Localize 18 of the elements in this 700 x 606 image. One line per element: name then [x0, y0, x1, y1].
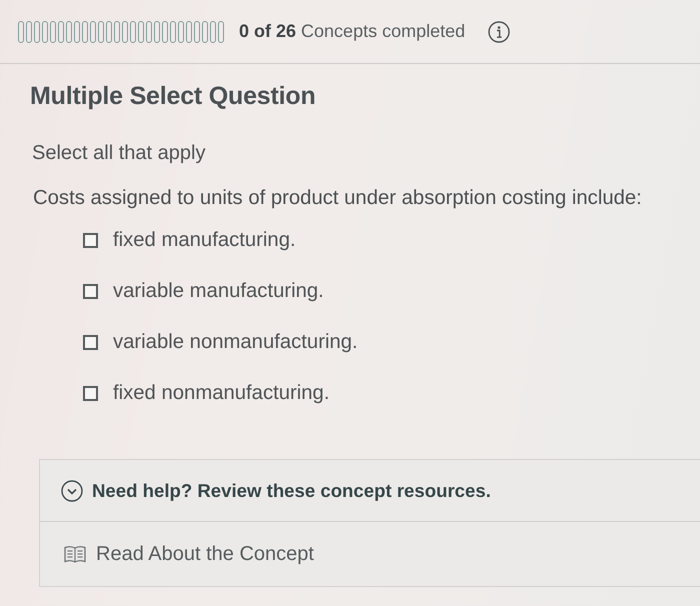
- option-label: variable nonmanufacturing.: [113, 331, 358, 354]
- book-icon: [64, 545, 86, 563]
- question-prompt: Costs assigned to units of product under absorption costing include:: [33, 187, 643, 210]
- checkbox[interactable]: [83, 335, 98, 350]
- option-label: variable manufacturing.: [113, 280, 324, 303]
- checkbox[interactable]: [83, 284, 98, 299]
- checkbox[interactable]: [83, 386, 98, 401]
- question-type-heading: Multiple Select Question: [30, 82, 317, 111]
- info-icon[interactable]: [488, 20, 510, 42]
- option-label: fixed manufacturing.: [113, 229, 296, 252]
- progress-count: 0 of 26: [239, 21, 296, 42]
- option-label: fixed nonmanufacturing.: [113, 382, 330, 405]
- resource-link[interactable]: Read About the Concept: [40, 522, 314, 586]
- chevron-down-circle-icon: [61, 480, 83, 502]
- help-toggle[interactable]: Need help? Review these concept resources.: [40, 460, 700, 522]
- progress-label: Concepts completed: [301, 21, 466, 42]
- checkbox[interactable]: [83, 233, 98, 248]
- instruction-text: Select all that apply: [32, 142, 206, 165]
